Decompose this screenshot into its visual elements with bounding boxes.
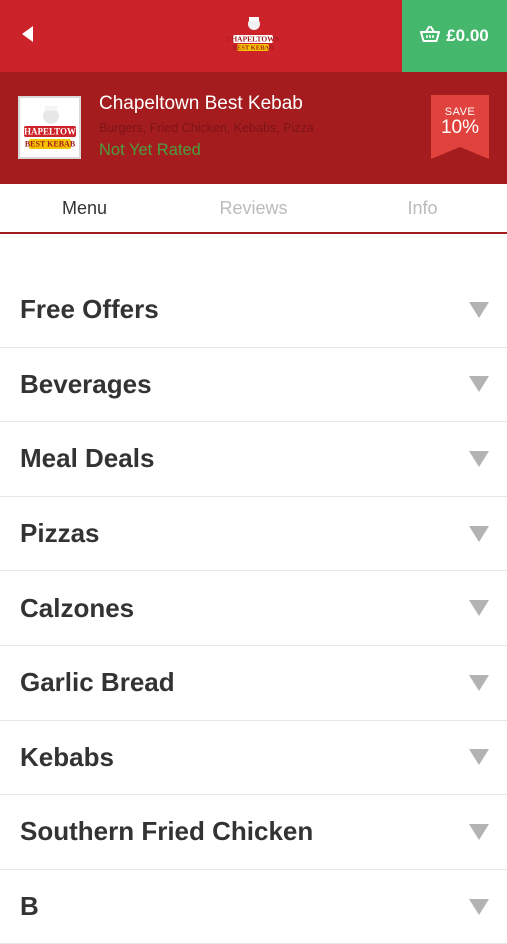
chevron-down-icon	[469, 301, 489, 318]
tab-reviews[interactable]: Reviews	[169, 184, 338, 232]
chevron-down-icon	[469, 674, 489, 691]
restaurant-name: Chapeltown Best Kebab	[99, 93, 303, 114]
menu-category-label: Kebabs	[20, 741, 114, 772]
menu-category-label: Calzones	[20, 592, 135, 623]
svg-text:CHAPELTOWN: CHAPELTOWN	[227, 35, 279, 44]
back-button[interactable]	[12, 20, 44, 52]
tab-info[interactable]: Info	[338, 184, 507, 232]
svg-text:CHAPELTOWN: CHAPELTOWN	[21, 126, 79, 136]
menu-category-beverages[interactable]: Beverages	[0, 348, 507, 423]
chevron-down-icon	[469, 600, 489, 617]
menu-category-calzones[interactable]: Calzones	[0, 571, 507, 646]
menu-category-label: Pizzas	[20, 518, 100, 549]
svg-text:BEST KEBAB: BEST KEBAB	[24, 139, 75, 148]
menu-category-meal-deals[interactable]: Meal Deals	[0, 422, 507, 497]
tab-bar: Menu Reviews Info	[0, 184, 507, 234]
chevron-down-icon	[469, 749, 489, 766]
chevron-down-icon	[469, 450, 489, 467]
menu-category-label: Meal Deals	[20, 443, 155, 474]
restaurant-logo: CHAPELTOWN BEST KEBAB	[18, 96, 81, 159]
save-percent: 10%	[440, 117, 480, 138]
top-bar: CHAPELTOWN BEST KEBAB £0.00	[0, 0, 507, 72]
restaurant-cuisines: Burgers, Fried Chicken, Kebabs, Pizza	[99, 121, 314, 135]
save-badge: SAVE 10%	[431, 95, 489, 159]
chevron-down-icon	[469, 898, 489, 915]
menu-category-list: Free Offers Beverages Meal Deals Pizzas …	[0, 273, 507, 944]
tab-menu[interactable]: Menu	[0, 184, 169, 232]
basket-icon	[420, 25, 441, 47]
basket-button[interactable]: £0.00	[402, 0, 507, 72]
menu-category-kebabs[interactable]: Kebabs	[0, 721, 507, 796]
chapeltown-logo: CHAPELTOWN BEST KEBAB	[226, 14, 281, 58]
basket-total: £0.00	[446, 26, 489, 45]
chevron-down-icon	[469, 376, 489, 393]
menu-category-label: Free Offers	[20, 294, 159, 325]
chevron-down-icon	[469, 823, 489, 840]
chevron-down-icon	[469, 525, 489, 542]
menu-category-pizzas[interactable]: Pizzas	[0, 497, 507, 572]
back-arrow-icon	[20, 25, 36, 48]
menu-category-free-offers[interactable]: Free Offers	[0, 273, 507, 348]
restaurant-header: CHAPELTOWN BEST KEBAB Chapeltown Best Ke…	[0, 72, 507, 184]
menu-category-southern-fried-chicken[interactable]: Southern Fried Chicken	[0, 795, 507, 870]
menu-category-garlic-bread[interactable]: Garlic Bread	[0, 646, 507, 721]
svg-text:BEST KEBAB: BEST KEBAB	[233, 45, 275, 52]
menu-category-label: Garlic Bread	[20, 667, 175, 698]
menu-category-partial[interactable]: B	[0, 870, 507, 944]
menu-category-label: Southern Fried Chicken	[20, 816, 314, 847]
restaurant-rating: Not Yet Rated	[99, 141, 201, 159]
menu-category-label: Beverages	[20, 368, 152, 399]
menu-category-label: B	[20, 891, 39, 922]
